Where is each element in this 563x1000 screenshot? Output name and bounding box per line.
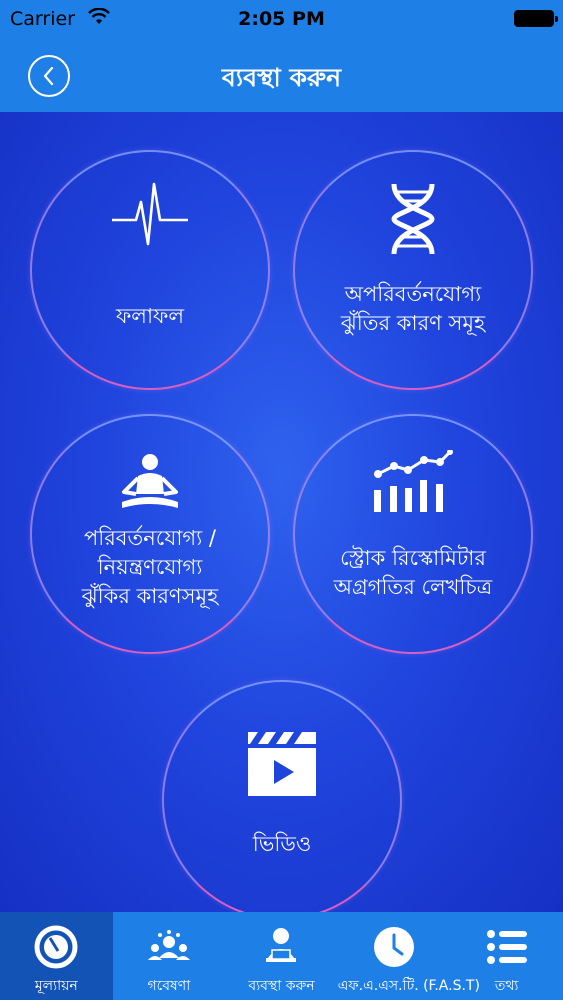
tab-manage[interactable]: ব্যবস্থা করুন <box>225 912 338 1000</box>
tab-label: গবেষণা <box>147 978 191 994</box>
video-clapper-icon <box>248 732 316 796</box>
progress-chart-icon <box>374 450 453 512</box>
status-bar: Carrier 2:05 PM <box>0 0 563 38</box>
tab-label: মূল্যায়ন <box>34 978 78 994</box>
meditation-icon <box>122 454 178 508</box>
tab-bar: মূল্যায়ন গবেষণা ব্যবস্থা করুন এফ.এ.এস.ট… <box>0 912 563 1000</box>
tile-video[interactable]: ভিডিও <box>162 680 402 920</box>
main-grid: ফলাফল অপরিবর্তনযোগ্য ঝুঁতির কারণ সমূহ পর… <box>0 112 563 920</box>
heartbeat-icon <box>112 182 188 246</box>
nav-bar: ব্যবস্থা করুন <box>0 38 563 112</box>
research-people-icon <box>147 930 190 960</box>
tile-riskometer-progress[interactable]: স্ট্রোক রিস্কোমিটার অগ্রগতির লেখচিত্র <box>293 414 533 654</box>
person-laptop-icon <box>266 928 297 962</box>
list-icon <box>486 930 527 964</box>
tile-label: ফলাফল <box>115 304 185 328</box>
tile-modifiable-risks[interactable]: পরিবর্তনযোগ্য / নিয়ন্ত্রণযোগ্য ঝুঁকির ক… <box>30 414 270 654</box>
tab-label: তথ্য <box>494 978 519 994</box>
tab-label: এফ.এ.এস.টি. (F.A.S.T) <box>337 978 480 994</box>
clock-icon <box>374 927 415 967</box>
dna-icon <box>391 183 435 255</box>
tab-research[interactable]: গবেষণা <box>113 912 226 1000</box>
tile-label: পরিবর্তনযোগ্য / নিয়ন্ত্রণযোগ্য ঝুঁকির ক… <box>81 526 219 608</box>
page-title: ব্যবস্থা করুন <box>221 63 342 92</box>
tab-label: ব্যবস্থা করুন <box>248 978 315 994</box>
tile-non-modifiable-risks[interactable]: অপরিবর্তনযোগ্য ঝুঁতির কারণ সমূহ <box>293 150 533 390</box>
tile-label: স্ট্রোক রিস্কোমিটার অগ্রগতির লেখচিত্র <box>333 546 493 599</box>
battery-icon <box>514 10 558 27</box>
tile-label: ভিডিও <box>252 832 312 856</box>
tab-info[interactable]: তথ্য <box>450 912 563 1000</box>
clock-time: 2:05 PM <box>238 8 325 30</box>
tile-label: অপরিবর্তনযোগ্য ঝুঁতির কারণ সমূহ <box>340 282 486 335</box>
gauge-icon <box>34 925 78 969</box>
tab-fast[interactable]: এফ.এ.এস.টি. (F.A.S.T) <box>337 912 480 1000</box>
tile-results[interactable]: ফলাফল <box>30 150 270 390</box>
tab-assessment[interactable]: মূল্যায়ন <box>0 912 113 1000</box>
